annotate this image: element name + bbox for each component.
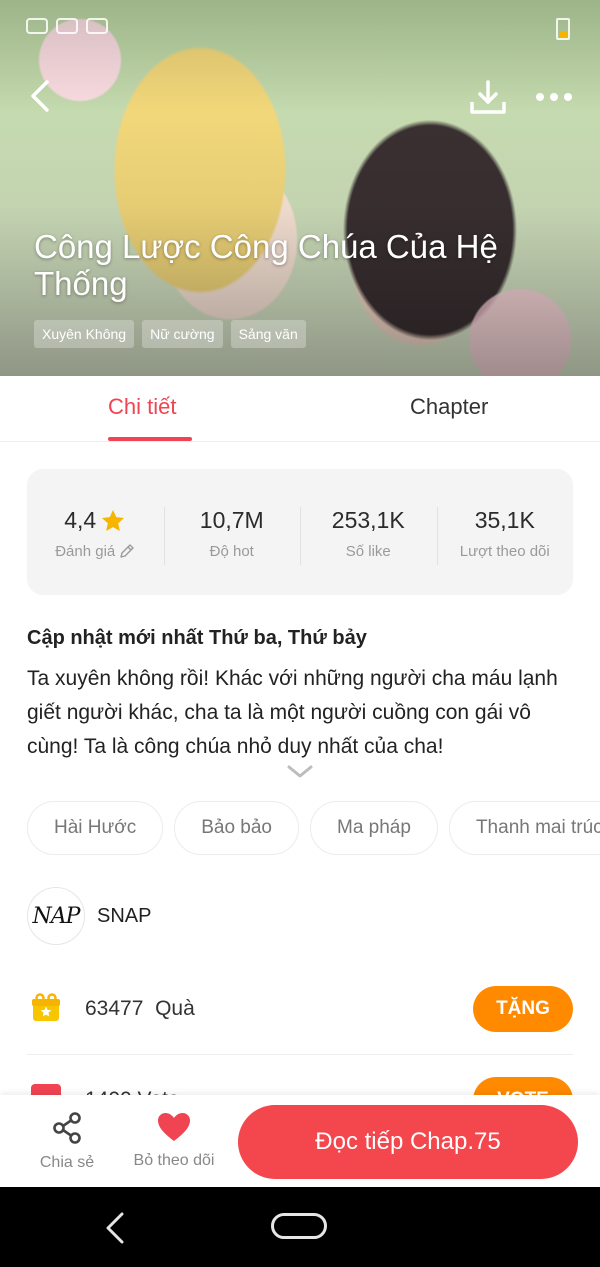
stat-hot: 10,7M Độ hot (163, 505, 301, 565)
continue-reading-button[interactable]: Đọc tiếp Chap.75 (238, 1105, 578, 1179)
battery-icon (556, 18, 570, 40)
gift-count-unit: Quà (155, 997, 195, 1020)
gift-row: 63477 Quà TẶNG (27, 985, 573, 1055)
stat-likes: 253,1K Số like (300, 505, 437, 565)
author-name: SNAP (97, 904, 152, 927)
more-dots-icon (536, 93, 572, 101)
tag-chip[interactable]: Thanh mai trúc mã (448, 801, 600, 855)
tag-chips: Hài HướcBảo bảoMa phápThanh mai trúc mã (27, 801, 600, 857)
tab-bar: Chi tiết Chapter (0, 376, 600, 442)
chevron-left-icon (31, 80, 49, 112)
gift-count: 63477 Quà (85, 997, 195, 1021)
share-button[interactable]: Chia sẻ (32, 1111, 102, 1172)
notification-icon (26, 18, 48, 34)
unfollow-button[interactable]: Bỏ theo dõi (128, 1111, 220, 1170)
genre-tag[interactable]: Xuyên Không (34, 320, 135, 348)
tab-chapter[interactable]: Chapter (410, 394, 488, 420)
stat-rating[interactable]: 4,4 Đánh giá (27, 505, 164, 560)
author-row[interactable]: NAP SNAP (27, 887, 151, 945)
likes-label: Số like (345, 542, 391, 560)
tag-chip[interactable]: Hài Hước (27, 801, 164, 855)
system-navigation-bar (0, 1187, 600, 1267)
download-button[interactable] (468, 78, 508, 118)
update-schedule: Cập nhật mới nhất Thứ ba, Thứ bảy (27, 627, 367, 649)
give-gift-button[interactable]: TẶNG (473, 986, 573, 1032)
tag-chip[interactable]: Bảo bảo (174, 801, 299, 855)
likes-value: 253,1K (331, 507, 405, 533)
genre-tags: Xuyên Không Nữ cường Sảng văn (34, 320, 306, 348)
unfollow-label: Bỏ theo dõi (133, 1152, 215, 1169)
rating-value: 4,4 (64, 507, 97, 533)
tag-chip[interactable]: Ma pháp (310, 801, 438, 855)
genre-tag[interactable]: Nữ cường (142, 320, 223, 348)
back-button[interactable] (22, 78, 58, 114)
stats-panel: 4,4 Đánh giá 10,7M Độ hot 253,1K Số like… (27, 469, 573, 595)
follows-value: 35,1K (474, 507, 535, 533)
nav-home-button[interactable] (271, 1213, 327, 1239)
nav-back-icon[interactable] (100, 1211, 130, 1245)
share-icon (53, 1112, 81, 1144)
notification-icon (86, 18, 108, 34)
genre-tag[interactable]: Sảng văn (230, 320, 306, 348)
notification-icon (56, 18, 78, 34)
heart-icon (158, 1113, 190, 1141)
author-avatar: NAP (27, 887, 85, 945)
gift-count-value: 63477 (85, 997, 144, 1020)
download-icon (470, 80, 506, 114)
cover-banner: Công Lược Công Chúa Của Hệ Thống Xuyên K… (0, 0, 600, 376)
share-label: Chia sẻ (39, 1154, 95, 1171)
expand-synopsis-button[interactable] (286, 764, 314, 780)
follows-label: Lượt theo dõi (459, 542, 550, 560)
more-options-button[interactable] (534, 82, 574, 112)
tab-detail[interactable]: Chi tiết (108, 394, 176, 420)
stat-follows: 35,1K Lượt theo dõi (436, 505, 574, 565)
bottom-action-bar: Chia sẻ Bỏ theo dõi Đọc tiếp Chap.75 (0, 1095, 600, 1187)
gift-icon (32, 993, 60, 1021)
star-icon (102, 509, 125, 531)
synopsis: Ta xuyên không rồi! Khác với những người… (27, 667, 558, 758)
chevron-down-icon (287, 765, 313, 778)
comic-title: Công Lược Công Chúa Của Hệ Thống (34, 228, 498, 302)
active-tab-indicator (108, 437, 192, 441)
edit-pencil-icon (120, 544, 134, 558)
status-bar-icons (26, 18, 108, 34)
hot-value: 10,7M (199, 507, 264, 533)
rating-label: Đánh giá (55, 542, 116, 560)
hot-label: Độ hot (209, 542, 254, 560)
